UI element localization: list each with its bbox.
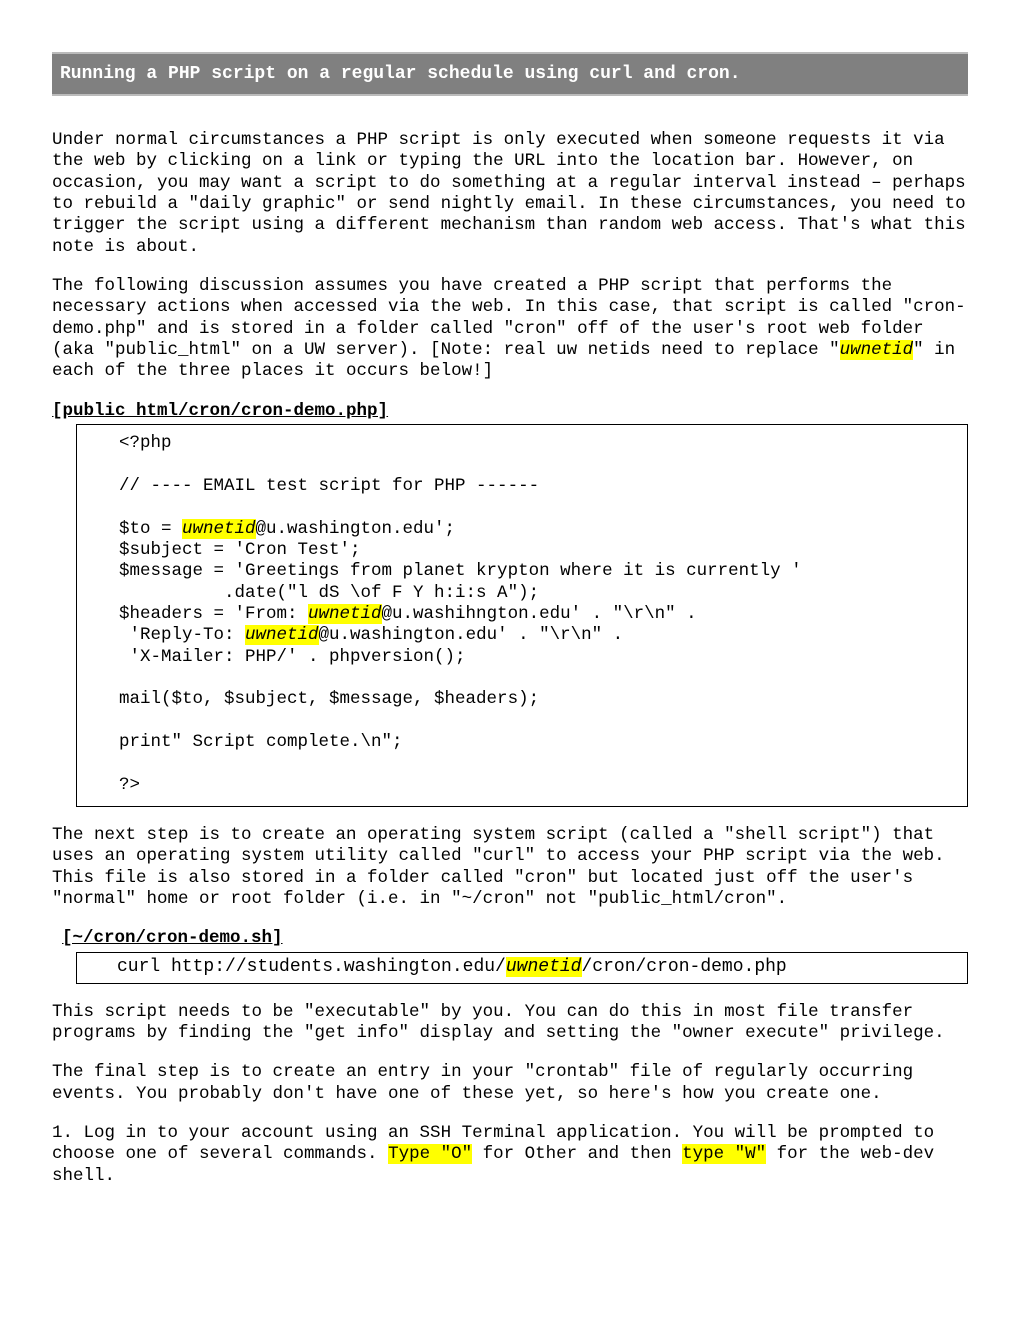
code-title-php: [public_html/cron/cron-demo.php] bbox=[52, 401, 968, 422]
paragraph-intro: Under normal circumstances a PHP script … bbox=[52, 130, 968, 258]
code-title-sh: [~/cron/cron-demo.sh] bbox=[62, 928, 968, 949]
document-body: Under normal circumstances a PHP script … bbox=[52, 130, 968, 1187]
page-title: Running a PHP script on a regular schedu… bbox=[52, 52, 968, 96]
code-block-php: <?php // ---- EMAIL test script for PHP … bbox=[76, 424, 968, 807]
code-block-sh: curl http://students.washington.edu/uwne… bbox=[76, 952, 968, 984]
highlight-uwnetid: uwnetid bbox=[245, 625, 319, 645]
paragraph-crontab: The final step is to create an entry in … bbox=[52, 1062, 968, 1105]
paragraph-shell-script: The next step is to create an operating … bbox=[52, 825, 968, 910]
highlight-uwnetid: uwnetid bbox=[840, 340, 914, 360]
highlight-type-w: type "W" bbox=[682, 1144, 766, 1164]
paragraph-step1: 1. Log in to your account using an SSH T… bbox=[52, 1123, 968, 1187]
paragraph-assumptions: The following discussion assumes you hav… bbox=[52, 276, 968, 383]
highlight-uwnetid: uwnetid bbox=[308, 604, 382, 624]
paragraph-executable: This script needs to be "executable" by … bbox=[52, 1002, 968, 1045]
highlight-uwnetid: uwnetid bbox=[182, 519, 256, 539]
highlight-type-o: Type "O" bbox=[388, 1144, 472, 1164]
highlight-uwnetid: uwnetid bbox=[506, 957, 582, 977]
